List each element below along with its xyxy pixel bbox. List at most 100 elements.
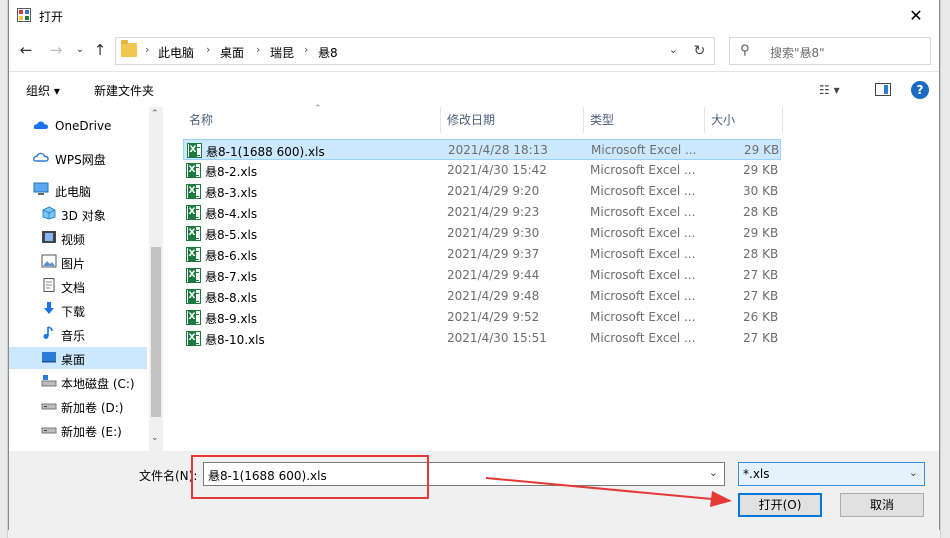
breadcrumb-chevron-icon[interactable]: › xyxy=(145,43,149,56)
file-row[interactable]: 悬8-7.xls 2021/4/29 9:44 Microsoft Excel ..… xyxy=(183,265,781,286)
command-toolbar: 组织 ▾ 新建文件夹 ☷ ▾ ? xyxy=(9,71,939,107)
breadcrumb-xuan8[interactable]: 悬8 xyxy=(318,44,338,61)
breadcrumb-chevron-icon[interactable]: › xyxy=(206,43,210,56)
excel-file-icon xyxy=(186,310,201,325)
scroll-up-chevron-icon[interactable]: ⌃ xyxy=(151,109,159,119)
change-view-icon[interactable]: ☷ ▾ xyxy=(819,83,840,97)
help-icon[interactable]: ? xyxy=(911,81,929,99)
excel-file-icon xyxy=(187,143,202,158)
filetype-dropdown-chevron-icon[interactable]: ⌄ xyxy=(909,466,918,479)
breadcrumb-chevron-icon[interactable]: › xyxy=(256,43,260,56)
sidebar-item-music[interactable]: 音乐 xyxy=(9,323,147,345)
sidebar-item-documents[interactable]: 文档 xyxy=(9,275,147,297)
sidebar-item-onedrive[interactable]: OneDrive xyxy=(9,115,147,137)
sidebar-item-videos[interactable]: 视频 xyxy=(9,227,147,249)
open-button[interactable]: 打开(O) xyxy=(738,493,822,517)
file-size: 27 KB xyxy=(743,268,779,282)
sidebar-item-wps-cloud[interactable]: WPS网盘 xyxy=(9,147,147,169)
drive-icon xyxy=(41,427,57,434)
file-row[interactable]: 悬8-1(1688 600).xls 2021/4/28 18:13 Microso… xyxy=(183,139,781,160)
breadcrumb-desktop[interactable]: 桌面 xyxy=(220,44,244,61)
file-list: ⌃ 名称 修改日期 类型 大小 悬8-1(1688 600).xls2021/4… xyxy=(169,104,939,451)
file-row[interactable]: 悬8-5.xls 2021/4/29 9:30 Microsoft Excel ..… xyxy=(183,223,781,244)
file-row[interactable]: 悬8-2.xls 2021/4/30 15:42 Microsoft Excel .… xyxy=(183,160,781,181)
dialog-footer: 文件名(N): 悬8-1(1688 600).xls ⌄ *.xls ⌄ 打开(… xyxy=(9,451,939,530)
file-row[interactable]: 悬8-4.xls 2021/4/29 9:23 Microsoft Excel ..… xyxy=(183,202,781,223)
cloud-icon xyxy=(33,121,48,129)
column-header-size[interactable]: 大小 xyxy=(705,107,783,133)
file-row[interactable]: 悬8-9.xls 2021/4/29 9:52 Microsoft Excel ..… xyxy=(183,307,781,328)
sidebar-item-drive-d[interactable]: 新加卷 (D:) xyxy=(9,395,147,417)
file-size: 29 KB xyxy=(743,163,779,177)
forward-arrow-icon[interactable]: → xyxy=(45,39,67,61)
video-icon xyxy=(42,231,56,243)
file-name: 悬8-1(1688 600).xls xyxy=(206,145,325,159)
search-box[interactable]: ⚲ 搜索"悬8" xyxy=(729,37,931,65)
sidebar-item-drive-e[interactable]: 新加卷 (E:) xyxy=(9,419,147,441)
column-header-type[interactable]: 类型 xyxy=(584,107,705,133)
file-modified-date: 2021/4/29 9:48 xyxy=(447,289,540,303)
folder-icon xyxy=(121,40,137,57)
sidebar-item-3d-objects[interactable]: 3D 对象 xyxy=(9,203,147,225)
sidebar-item-label: 音乐 xyxy=(61,329,86,343)
breadcrumb-ruikun[interactable]: 瑞昆 xyxy=(270,44,294,61)
navigation-pane: OneDrive WPS网盘 此电脑 3D 对象 视频 图片 文档 下载 音乐 … xyxy=(9,107,163,451)
computer-icon xyxy=(33,182,49,195)
excel-file-icon xyxy=(186,247,201,262)
sidebar-item-desktop[interactable]: 桌面 xyxy=(9,347,147,369)
address-dropdown-chevron-icon[interactable]: ⌄ xyxy=(669,43,678,56)
file-name: 悬8-8.xls xyxy=(205,291,258,305)
picture-icon xyxy=(41,254,57,268)
back-arrow-icon[interactable]: ← xyxy=(15,39,37,61)
file-size: 29 KB xyxy=(744,143,780,157)
column-header-name[interactable]: 名称 xyxy=(183,107,441,133)
annotation-highlight-box xyxy=(191,455,429,499)
up-arrow-icon[interactable]: ↑ xyxy=(89,39,111,61)
sidebar-item-downloads[interactable]: 下载 xyxy=(9,299,147,321)
preview-pane-icon[interactable] xyxy=(875,83,891,96)
sidebar-item-drive-c[interactable]: 本地磁盘 (C:) xyxy=(9,371,147,393)
file-modified-date: 2021/4/29 9:37 xyxy=(447,247,540,261)
recent-locations-chevron-icon[interactable]: ⌄ xyxy=(69,39,91,61)
file-type: Microsoft Excel ... xyxy=(590,289,696,303)
filename-dropdown-chevron-icon[interactable]: ⌄ xyxy=(709,466,718,479)
address-bar[interactable]: › 此电脑 › 桌面 › 瑞昆 › 悬8 ⌄ xyxy=(115,37,689,65)
close-icon[interactable]: ✕ xyxy=(893,0,939,31)
excel-file-icon xyxy=(186,268,201,283)
scrollbar-thumb[interactable] xyxy=(151,247,161,417)
file-size: 27 KB xyxy=(743,331,779,345)
scroll-down-chevron-icon[interactable]: ⌄ xyxy=(151,433,159,443)
cloud-outline-icon xyxy=(33,152,49,162)
file-size: 26 KB xyxy=(743,310,779,324)
organize-button[interactable]: 组织 ▾ xyxy=(26,82,60,99)
excel-file-icon xyxy=(186,226,201,241)
file-row[interactable]: 悬8-3.xls 2021/4/29 9:20 Microsoft Excel ..… xyxy=(183,181,781,202)
sidebar-scrollbar[interactable]: ⌃ ⌄ xyxy=(149,107,163,451)
desktop-icon xyxy=(42,352,56,363)
sidebar-item-label: 本地磁盘 (C:) xyxy=(61,377,135,391)
refresh-icon[interactable]: ↻ xyxy=(685,37,715,65)
search-icon: ⚲ xyxy=(740,43,750,58)
file-row[interactable]: 悬8-10.xls 2021/4/30 15:51 Microsoft Excel … xyxy=(183,328,781,349)
filetype-select[interactable]: *.xls ⌄ xyxy=(738,462,925,486)
file-type: Microsoft Excel ... xyxy=(591,143,697,157)
background-window-edge-left xyxy=(0,0,8,538)
sidebar-item-this-pc[interactable]: 此电脑 xyxy=(9,179,147,201)
sidebar-item-pictures[interactable]: 图片 xyxy=(9,251,147,273)
file-modified-date: 2021/4/29 9:30 xyxy=(447,226,540,240)
sidebar-item-label: 新加卷 (E:) xyxy=(61,425,122,439)
file-size: 30 KB xyxy=(743,184,779,198)
sidebar-item-label: 此电脑 xyxy=(55,185,92,199)
cancel-button[interactable]: 取消 xyxy=(840,493,924,517)
column-header-date[interactable]: 修改日期 xyxy=(441,107,584,133)
file-row[interactable]: 悬8-8.xls 2021/4/29 9:48 Microsoft Excel ..… xyxy=(183,286,781,307)
filetype-value: *.xls xyxy=(743,467,770,481)
new-folder-button[interactable]: 新建文件夹 xyxy=(94,82,154,99)
file-type: Microsoft Excel ... xyxy=(590,163,696,177)
breadcrumb-this-pc[interactable]: 此电脑 xyxy=(158,44,194,61)
breadcrumb-chevron-icon[interactable]: › xyxy=(304,43,308,56)
file-row[interactable]: 悬8-6.xls 2021/4/29 9:37 Microsoft Excel ..… xyxy=(183,244,781,265)
file-name: 悬8-5.xls xyxy=(205,228,258,242)
file-type: Microsoft Excel ... xyxy=(590,268,696,282)
file-size: 29 KB xyxy=(743,226,779,240)
